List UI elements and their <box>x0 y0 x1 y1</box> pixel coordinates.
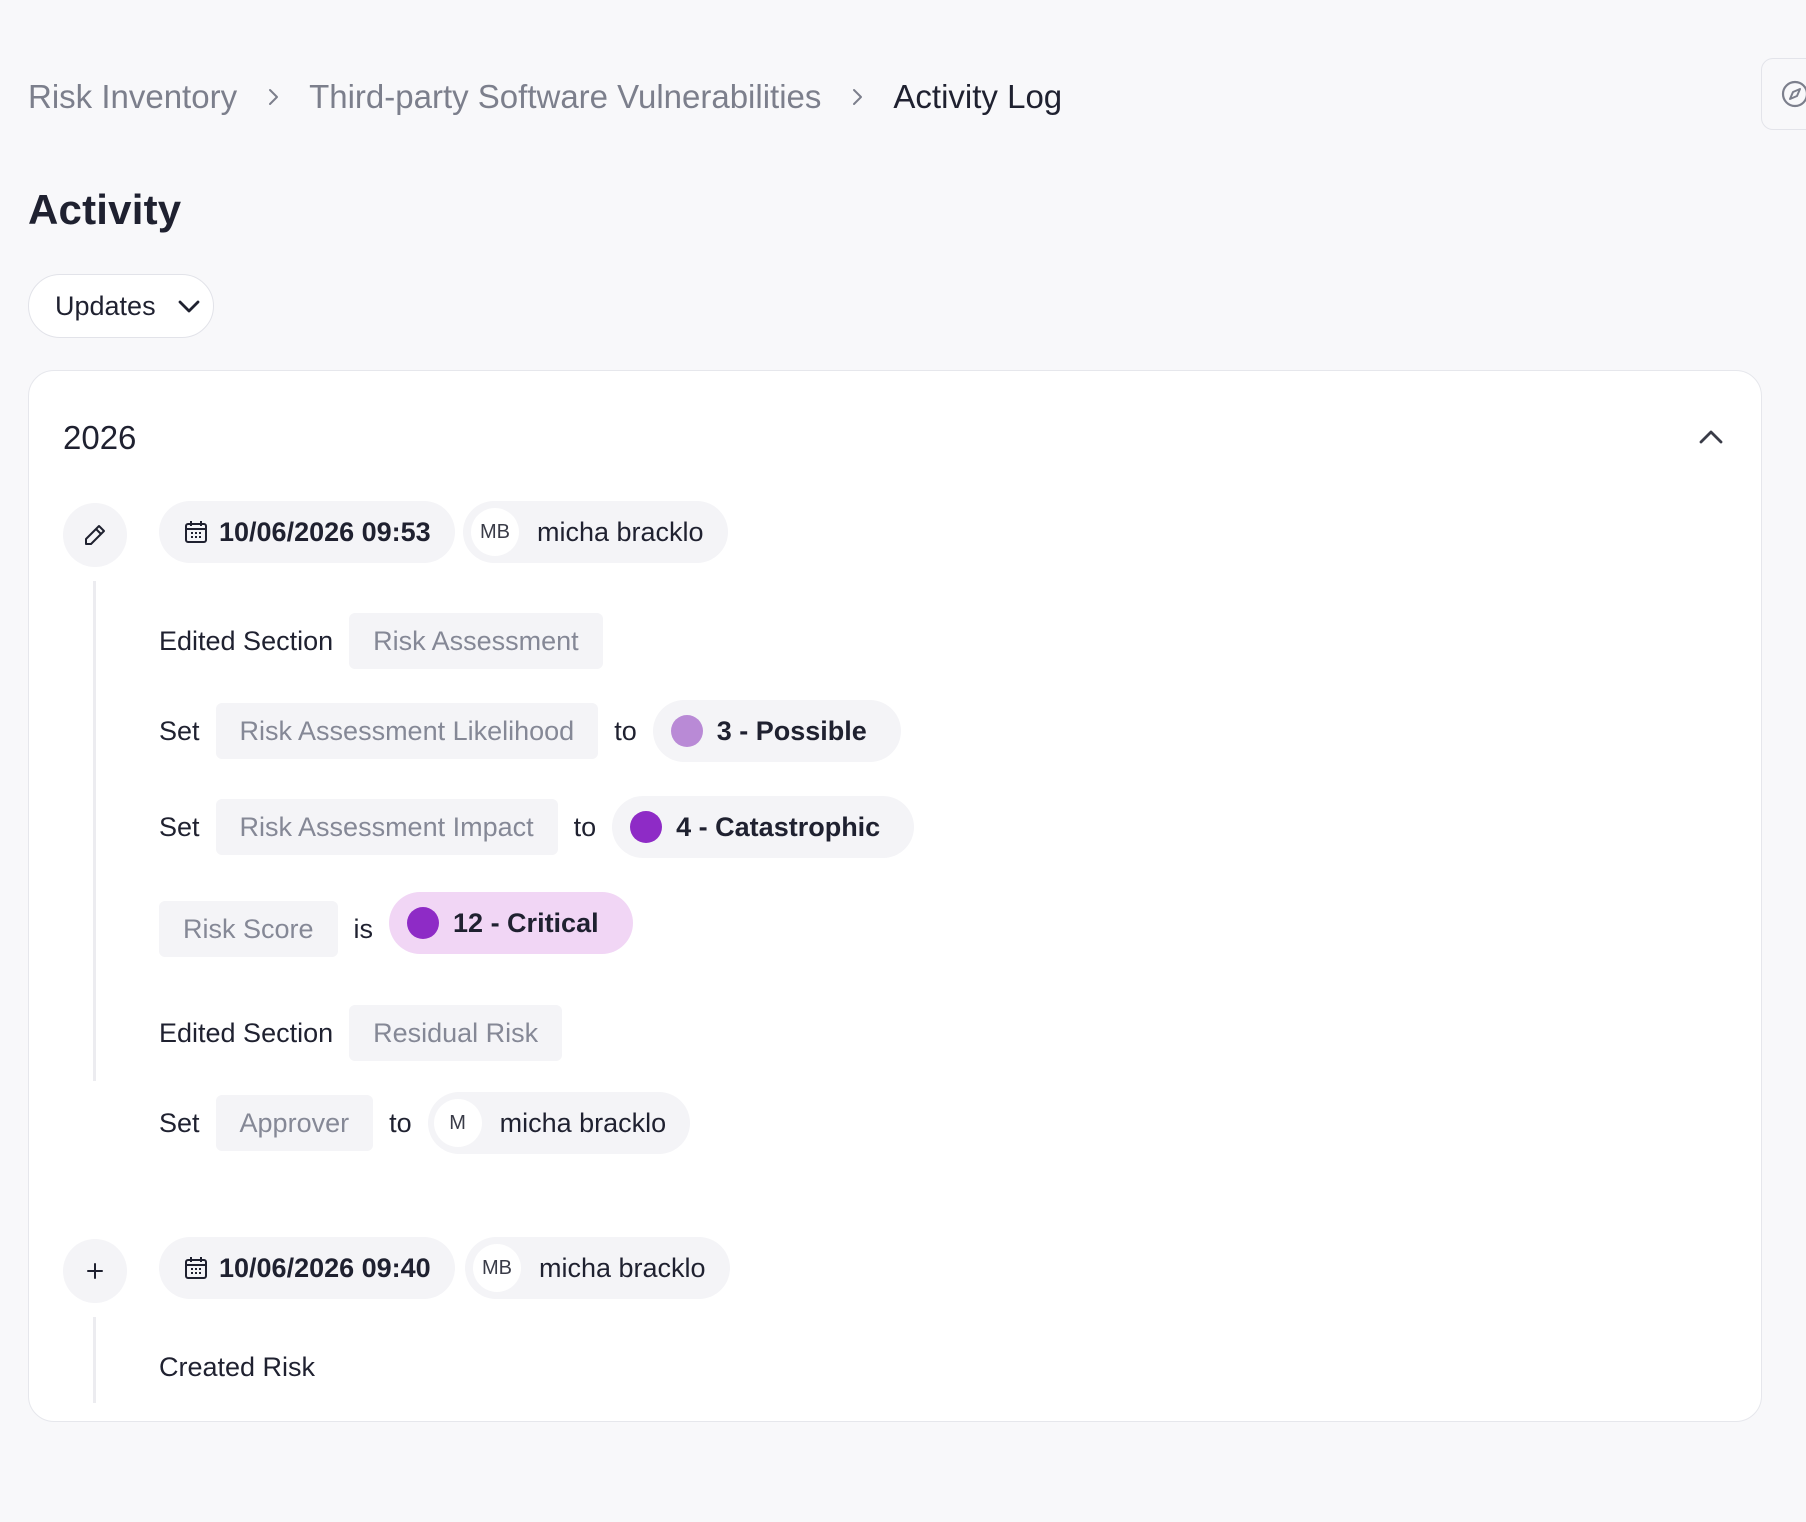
event-date: 10/06/2026 09:53 <box>159 501 455 563</box>
value-pill: 3 - Possible <box>652 700 901 762</box>
change-conj: to <box>614 715 637 746</box>
field-tag: Approver <box>215 1095 374 1151</box>
timeline-line <box>93 1317 96 1403</box>
change-row: Risk Score is 12 - Critical <box>159 892 633 957</box>
edit-event-icon <box>63 503 127 567</box>
chevron-up-icon <box>1699 430 1723 444</box>
field-tag: Risk Assessment Impact <box>215 799 558 855</box>
created-text: Created Risk <box>159 1351 316 1382</box>
change-conj: is <box>353 913 374 944</box>
section-tag: Risk Assessment <box>349 613 603 669</box>
page-title: Activity <box>28 186 182 233</box>
timeline-line <box>93 581 96 1081</box>
avatar: M <box>433 1099 482 1147</box>
change-row: Set Approver to M micha bracklo <box>159 1092 691 1154</box>
change-row: Created Risk <box>159 1337 315 1397</box>
compass-icon <box>1781 80 1806 108</box>
section-tag: Residual Risk <box>349 1005 563 1061</box>
change-conj: to <box>389 1107 412 1138</box>
risk-score-pill: 12 - Critical <box>389 892 633 954</box>
event-user-name: micha bracklo <box>539 1252 706 1283</box>
activity-filter-dropdown[interactable]: Updates <box>28 274 214 338</box>
breadcrumb-current: Activity Log <box>893 78 1063 115</box>
calendar-icon <box>185 1257 207 1279</box>
level-dot <box>670 715 703 747</box>
breadcrumb: Risk Inventory Third-party Software Vuln… <box>28 72 1062 122</box>
change-verb: Set <box>159 811 200 842</box>
change-row: Edited Section Risk Assessment <box>159 611 603 671</box>
chevron-right-icon <box>821 87 893 107</box>
collapse-button[interactable] <box>1693 419 1729 455</box>
change-verb: Set <box>159 715 200 746</box>
activity-year-group: 2026 10/06/2026 09:53 MB micha bracklo E… <box>28 370 1762 1422</box>
level-dot <box>630 811 663 843</box>
change-row: Set Risk Assessment Impact to 4 - Catast… <box>159 796 915 858</box>
change-conj: to <box>573 811 597 842</box>
breadcrumb-risk-item[interactable]: Third-party Software Vulnerabilities <box>309 78 821 116</box>
value-text: 12 - Critical <box>453 907 599 938</box>
change-label: Edited Section <box>159 625 334 656</box>
compass-button[interactable] <box>1761 58 1806 130</box>
change-row: Set Risk Assessment Likelihood to 3 - Po… <box>159 700 901 762</box>
approver-pill: M micha bracklo <box>427 1092 691 1154</box>
event-user: MB micha bracklo <box>463 501 728 563</box>
level-dot <box>407 907 440 939</box>
field-tag: Risk Score <box>159 901 338 957</box>
event-user-name: micha bracklo <box>537 516 704 547</box>
event-date-text: 10/06/2026 09:53 <box>219 516 431 547</box>
field-tag: Risk Assessment Likelihood <box>215 703 599 759</box>
approver-name: micha bracklo <box>499 1107 667 1138</box>
value-pill: 4 - Catastrophic <box>612 796 915 858</box>
event-date-text: 10/06/2026 09:40 <box>219 1252 431 1283</box>
pencil-icon <box>85 525 105 545</box>
change-row: Edited Section Residual Risk <box>159 1003 563 1063</box>
plus-icon <box>87 1263 103 1279</box>
event-date: 10/06/2026 09:40 <box>159 1237 455 1299</box>
calendar-icon <box>185 521 207 543</box>
breadcrumb-risk-inventory[interactable]: Risk Inventory <box>28 78 237 116</box>
chevron-down-icon <box>178 300 199 313</box>
value-text: 3 - Possible <box>716 715 867 746</box>
activity-filter-label: Updates <box>55 290 156 321</box>
event-user: MB micha bracklo <box>465 1237 730 1299</box>
avatar: MB <box>471 508 519 556</box>
create-event-icon <box>63 1239 127 1303</box>
avatar: MB <box>473 1244 521 1292</box>
change-label: Edited Section <box>159 1017 334 1048</box>
chevron-right-icon <box>237 87 309 107</box>
year-heading: 2026 <box>63 419 137 456</box>
value-text: 4 - Catastrophic <box>676 811 881 842</box>
change-verb: Set <box>159 1107 200 1138</box>
